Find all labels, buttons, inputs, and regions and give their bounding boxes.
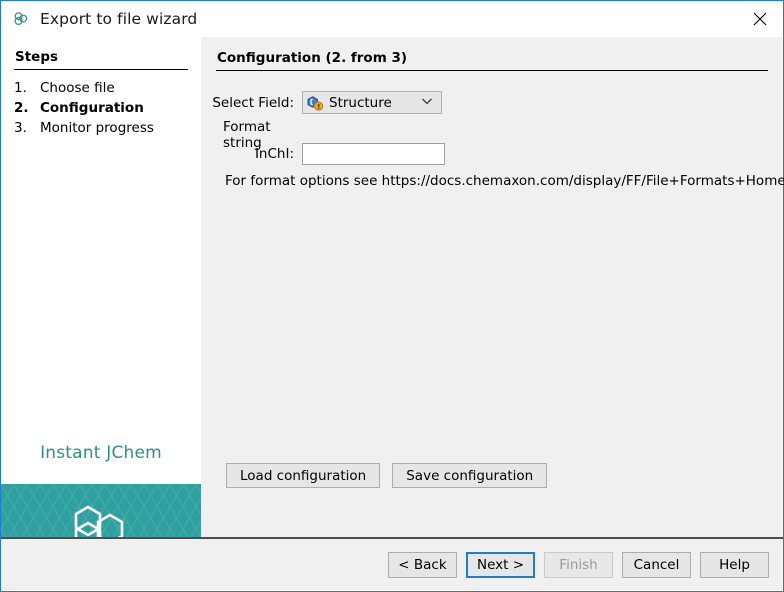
molecule-icon bbox=[11, 9, 31, 29]
select-field-dropdown[interactable]: Structure bbox=[302, 91, 442, 114]
step-item-choose-file: 1. Choose file bbox=[14, 78, 194, 98]
back-button[interactable]: < Back bbox=[388, 552, 457, 578]
brand-wordmark: Instant JChem bbox=[1, 443, 201, 463]
finish-button: Finish bbox=[544, 552, 613, 578]
select-field-row: Select Field: Structure bbox=[201, 91, 721, 114]
select-field-value: Structure bbox=[329, 95, 419, 111]
steps-list: 1. Choose file 2. Configuration 3. Monit… bbox=[14, 78, 194, 138]
inchi-row: InChI: bbox=[201, 143, 721, 165]
format-options-hint: For format options see https://docs.chem… bbox=[225, 173, 784, 189]
step-label: Configuration bbox=[40, 98, 144, 118]
inchi-input[interactable] bbox=[302, 143, 445, 165]
step-label: Choose file bbox=[40, 78, 115, 98]
next-button[interactable]: Next > bbox=[466, 552, 535, 578]
steps-panel: Steps 1. Choose file 2. Configuration 3.… bbox=[1, 37, 201, 537]
help-button[interactable]: Help bbox=[700, 552, 769, 578]
window-titlebar: Export to file wizard bbox=[1, 0, 783, 37]
cancel-button[interactable]: Cancel bbox=[622, 552, 691, 578]
step-number: 1. bbox=[14, 78, 40, 98]
window-title: Export to file wizard bbox=[40, 10, 197, 28]
brand-panel bbox=[1, 484, 201, 537]
inchi-label: InChI: bbox=[201, 146, 294, 162]
structure-field-icon bbox=[307, 95, 324, 111]
step-item-configuration: 2. Configuration bbox=[14, 98, 194, 118]
chevron-down-icon bbox=[419, 93, 435, 113]
step-label: Monitor progress bbox=[40, 118, 154, 138]
step-number: 3. bbox=[14, 118, 40, 138]
step-item-monitor-progress: 3. Monitor progress bbox=[14, 118, 194, 138]
load-configuration-button[interactable]: Load configuration bbox=[226, 463, 380, 488]
wizard-footer: < Back Next > Finish Cancel Help bbox=[1, 539, 783, 590]
step-number: 2. bbox=[14, 98, 40, 118]
configuration-panel: Configuration (2. from 3) Select Field: … bbox=[201, 37, 783, 537]
select-field-label: Select Field: bbox=[201, 95, 294, 111]
page-title: Configuration (2. from 3) bbox=[217, 50, 407, 66]
steps-divider bbox=[14, 69, 188, 70]
close-icon[interactable] bbox=[737, 1, 783, 37]
save-configuration-button[interactable]: Save configuration bbox=[392, 463, 547, 488]
steps-heading: Steps bbox=[15, 49, 58, 65]
page-title-divider bbox=[216, 70, 768, 71]
configuration-buttons: Load configuration Save configuration bbox=[226, 463, 547, 488]
jchem-hexagons-logo bbox=[70, 501, 132, 537]
